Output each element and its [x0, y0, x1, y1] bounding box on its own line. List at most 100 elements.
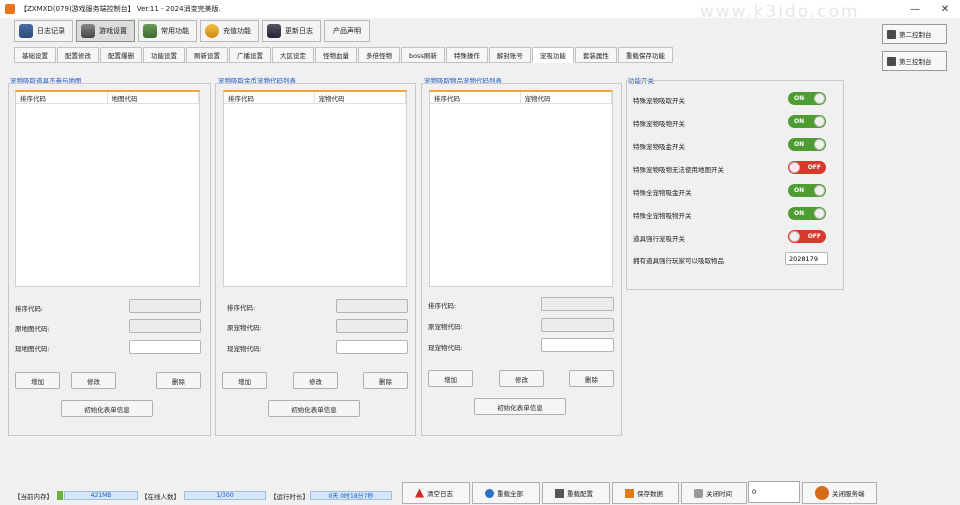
minimize-button[interactable]: — [900, 0, 930, 18]
subtab-multi-monster[interactable]: 多倍怪物 [358, 47, 400, 63]
delete-button[interactable]: 删除 [156, 372, 201, 389]
tab-label: 产品声明 [333, 27, 361, 35]
subtab-reload-save[interactable]: 重载保存功能 [617, 47, 673, 63]
switch-label: 拥有道具强行玩家可以吸取物品 [633, 257, 724, 265]
pet-absorb-item-toggle[interactable]: ON [788, 115, 826, 128]
subtab-unban[interactable]: 解封账号 [488, 47, 531, 63]
init-form-button[interactable]: 初始化表单信息 [474, 398, 566, 415]
pet-absorb-gold-toggle[interactable]: ON [788, 138, 826, 151]
gear-icon [81, 24, 95, 38]
toggle-knob [814, 208, 825, 219]
subtab-special-ops[interactable]: 特殊操作 [445, 47, 488, 63]
column-header[interactable]: 排序代码 [16, 92, 108, 103]
tab-label: 常用功能 [161, 27, 189, 35]
switch-label: 道具强行宠吸开关 [633, 235, 685, 243]
second-console-button[interactable]: 第二控制台 [882, 24, 947, 44]
all-pet-gold-toggle[interactable]: ON [788, 184, 826, 197]
edit-button[interactable]: 修改 [293, 372, 338, 389]
uptime-label: 【运行时长】 [270, 493, 309, 501]
current-pet-code-input[interactable] [336, 340, 408, 354]
warning-icon [415, 488, 424, 498]
shutdown-server-button[interactable]: 关闭服务端 [802, 482, 877, 504]
subtab-pet-absorb[interactable]: 宠吸功能 [531, 47, 574, 63]
button-label: 保存数据 [637, 490, 663, 498]
column-header[interactable]: 排序代码 [430, 92, 521, 103]
add-button[interactable]: 增加 [15, 372, 60, 389]
field-label: 现宠物代码: [428, 344, 463, 352]
current-map-code-input[interactable] [129, 340, 201, 354]
column-header[interactable]: 地图代码 [108, 92, 199, 103]
save-data-button[interactable]: 保存数据 [612, 482, 679, 504]
reload-all-button[interactable]: 重载全部 [472, 482, 540, 504]
column-header[interactable]: 宠物代码 [315, 92, 406, 103]
mushroom-icon [815, 486, 829, 500]
delete-button[interactable]: 删除 [569, 370, 614, 387]
item-force-absorb-toggle[interactable]: OFF [788, 230, 826, 243]
column-header[interactable]: 排序代码 [224, 92, 315, 103]
add-button[interactable]: 增加 [428, 370, 473, 387]
pet-absorb-toggle[interactable]: ON [788, 92, 826, 105]
subtab-config-edit[interactable]: 配置修改 [57, 47, 99, 63]
subtab-basic[interactable]: 基础设置 [14, 47, 56, 63]
init-form-button[interactable]: 初始化表单信息 [268, 400, 360, 417]
toggle-knob [789, 162, 800, 173]
field-label: 现宠物代码: [227, 345, 262, 353]
edit-button[interactable]: 修改 [71, 372, 116, 389]
toggle-text: OFF [807, 233, 821, 240]
switch-label: 特殊宠物吸物开关 [633, 120, 685, 128]
button-label: 清空日志 [427, 490, 453, 498]
tab-game-settings[interactable]: 游戏设置 [76, 20, 135, 42]
subtab-set-attributes[interactable]: 套装属性 [574, 47, 617, 63]
original-pet-code-input[interactable] [336, 319, 408, 333]
clock-icon [694, 488, 703, 498]
current-pet-code-input[interactable] [541, 338, 614, 352]
console-icon [887, 56, 896, 66]
subtab-boss-refresh[interactable]: boss刷新 [401, 47, 445, 63]
subtab-function-settings[interactable]: 功能设置 [143, 47, 185, 63]
tab-update-log[interactable]: 更新日志 [262, 20, 321, 42]
sort-code-input[interactable] [336, 299, 408, 313]
sort-code-input[interactable] [541, 297, 614, 311]
toggle-knob [814, 116, 825, 127]
clear-log-button[interactable]: 清空日志 [402, 482, 470, 504]
third-console-button[interactable]: 第三控制台 [882, 51, 947, 71]
sort-code-input[interactable] [129, 299, 201, 313]
reload-config-button[interactable]: 重载配置 [542, 482, 610, 504]
close-time-button[interactable]: 关闭时间 [681, 482, 747, 504]
edit-button[interactable]: 修改 [499, 370, 544, 387]
field-label: 原宠物代码: [428, 323, 463, 331]
field-label: 排序代码: [15, 305, 44, 313]
all-pet-item-toggle[interactable]: ON [788, 207, 826, 220]
switch-label: 特殊宠物吸取开关 [633, 97, 685, 105]
map-code-list[interactable]: 排序代码 地图代码 [15, 90, 200, 287]
subtab-monster-hp[interactable]: 怪物血量 [315, 47, 357, 63]
tab-common-functions[interactable]: 常用功能 [138, 20, 197, 42]
init-form-button[interactable]: 初始化表单信息 [61, 400, 153, 417]
tab-log[interactable]: 日志记录 [14, 20, 73, 42]
add-button[interactable]: 增加 [222, 372, 267, 389]
close-time-input[interactable] [748, 481, 800, 503]
tab-product-statement[interactable]: 产品声明 [324, 20, 370, 42]
original-map-code-input[interactable] [129, 319, 201, 333]
pet-absorb-map-block-toggle[interactable]: OFF [788, 161, 826, 174]
list-header: 排序代码 地图代码 [16, 92, 199, 104]
close-button[interactable]: ✕ [930, 0, 960, 18]
subtab-region[interactable]: 大区设定 [272, 47, 314, 63]
subtab-refresh-settings[interactable]: 刷新设置 [186, 47, 228, 63]
minimize-icon: — [910, 3, 920, 15]
button-label: 重载全部 [497, 490, 523, 498]
button-label: 关闭服务端 [832, 490, 865, 498]
switch-label: 特殊宠物吸物无法使用地图开关 [633, 166, 724, 174]
button-label: 第三控制台 [899, 58, 932, 66]
item-id-input[interactable] [785, 252, 828, 265]
column-header[interactable]: 宠物代码 [521, 92, 612, 103]
item-pet-code-list[interactable]: 排序代码 宠物代码 [429, 90, 613, 287]
original-pet-code-input[interactable] [541, 318, 614, 332]
tab-recharge[interactable]: 充值功能 [200, 20, 259, 42]
subtab-broadcast[interactable]: 广播设置 [229, 47, 271, 63]
subtab-config-delete[interactable]: 配置爆删 [100, 47, 142, 63]
watermark: www.k3ido.com [700, 2, 860, 22]
gold-pet-code-list[interactable]: 排序代码 宠物代码 [223, 90, 407, 287]
delete-button[interactable]: 删除 [363, 372, 408, 389]
close-icon: ✕ [940, 3, 950, 15]
